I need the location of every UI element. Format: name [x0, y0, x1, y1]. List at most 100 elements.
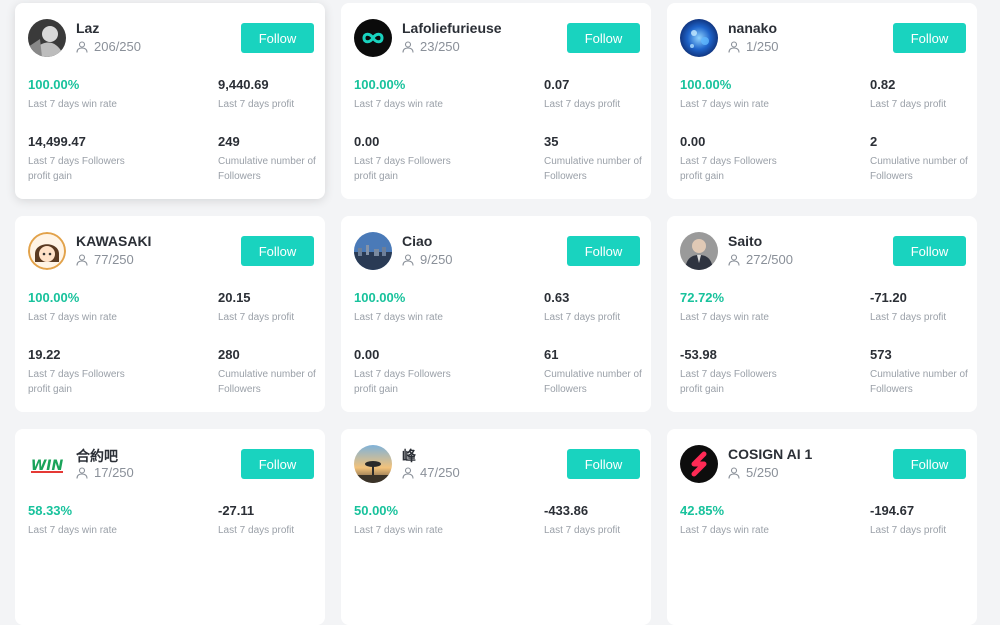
win-rate-label: Last 7 days win rate	[680, 312, 769, 323]
profit-label: Last 7 days profit	[544, 525, 621, 536]
win-rate-value: 100.00%	[28, 290, 80, 305]
trader-card[interactable]: KAWASAKI 77/250 Follow 100.00% Last 7 day…	[15, 216, 325, 412]
profit-value: -433.86	[544, 503, 589, 518]
win-rate-label: Last 7 days win rate	[354, 525, 443, 536]
portrait-bw-avatar-icon	[28, 19, 66, 57]
win-rate-value: 100.00%	[680, 77, 732, 92]
profit-value: 0.07	[544, 77, 570, 92]
followers-gain-value: 0.00	[354, 134, 380, 149]
win-rate-value: 58.33%	[28, 503, 73, 518]
follow-button[interactable]: Follow	[567, 236, 640, 266]
profit-label: Last 7 days profit	[218, 99, 295, 110]
trader-name[interactable]: nanako	[728, 20, 777, 36]
blue-abstract-avatar-icon	[680, 19, 718, 57]
trader-name[interactable]: Laz	[76, 20, 99, 36]
win-rate-label: Last 7 days win rate	[354, 99, 443, 110]
profit-label: Last 7 days profit	[218, 525, 295, 536]
trader-name[interactable]: COSIGN AI 1	[728, 446, 812, 462]
follower-count: 9/250	[402, 252, 453, 267]
trader-card[interactable]: WIN 合約吧 17/250 Follow 58.33% Last 7 days …	[15, 429, 325, 625]
win-rate-value: 100.00%	[354, 77, 406, 92]
win-rate-label: Last 7 days win rate	[354, 312, 443, 323]
trader-name[interactable]: Saito	[728, 233, 762, 249]
followers-gain-value: 0.00	[354, 347, 380, 362]
profit-value: 20.15	[218, 290, 251, 305]
follower-count: 1/250	[728, 39, 779, 54]
follower-count: 272/500	[728, 252, 793, 267]
follower-count: 206/250	[76, 39, 141, 54]
followers-gain-value: 0.00	[680, 134, 706, 149]
profit-value: -194.67	[870, 503, 915, 518]
cumulative-followers-label: Cumulative number of Followers	[870, 369, 968, 395]
followers-gain-value: 19.22	[28, 347, 61, 362]
followers-gain-label: Last 7 days Followers profit gain	[354, 156, 451, 182]
win-rate-label: Last 7 days win rate	[680, 99, 769, 110]
cumulative-followers-value: 2	[870, 134, 878, 149]
trader-name[interactable]: 峰	[402, 446, 416, 466]
win-rate-value: 50.00%	[354, 503, 399, 518]
trader-name[interactable]: Ciao	[402, 233, 432, 249]
win-rate-value: 72.72%	[680, 290, 725, 305]
person-icon	[728, 466, 740, 479]
cumulative-followers-value: 35	[544, 134, 559, 149]
win-rate-label: Last 7 days win rate	[28, 99, 117, 110]
follow-button[interactable]: Follow	[241, 449, 314, 479]
win-rate-value: 100.00%	[354, 290, 406, 305]
person-icon	[728, 40, 740, 53]
profit-label: Last 7 days profit	[218, 312, 295, 323]
cumulative-followers-value: 61	[544, 347, 559, 362]
follow-button[interactable]: Follow	[893, 236, 966, 266]
profit-label: Last 7 days profit	[870, 312, 947, 323]
city-skyline-avatar-icon	[354, 232, 392, 270]
follower-count: 23/250	[402, 39, 460, 54]
cumulative-followers-label: Cumulative number of Followers	[218, 369, 316, 395]
win-rate-label: Last 7 days win rate	[28, 312, 117, 323]
follow-button[interactable]: Follow	[241, 236, 314, 266]
trader-name[interactable]: KAWASAKI	[76, 233, 151, 249]
follow-button[interactable]: Follow	[567, 449, 640, 479]
person-icon	[728, 253, 740, 266]
follow-button[interactable]: Follow	[893, 23, 966, 53]
cumulative-followers-label: Cumulative number of Followers	[544, 369, 642, 395]
cumulative-followers-value: 573	[870, 347, 892, 362]
cumulative-followers-value: 280	[218, 347, 240, 362]
trader-card[interactable]: Ciao 9/250 Follow 100.00% Last 7 days win…	[341, 216, 651, 412]
follow-button[interactable]: Follow	[241, 23, 314, 53]
person-icon	[402, 466, 414, 479]
cumulative-followers-value: 249	[218, 134, 240, 149]
follower-count: 17/250	[76, 465, 134, 480]
trader-card[interactable]: COSIGN AI 1 5/250 Follow 42.85% Last 7 da…	[667, 429, 977, 625]
followers-gain-label: Last 7 days Followers profit gain	[28, 156, 125, 182]
follow-button[interactable]: Follow	[567, 23, 640, 53]
win-rate-value: 100.00%	[28, 77, 80, 92]
trader-card[interactable]: Lafoliefurieuse 23/250 Follow 100.00% Las…	[341, 3, 651, 199]
trader-name[interactable]: Lafoliefurieuse	[402, 20, 502, 36]
followers-gain-label: Last 7 days Followers profit gain	[680, 156, 777, 182]
trader-card[interactable]: Laz 206/250 Follow 100.00% Last 7 days wi…	[15, 3, 325, 199]
profit-value: 9,440.69	[218, 77, 269, 92]
profit-label: Last 7 days profit	[544, 312, 621, 323]
profit-value: 0.63	[544, 290, 570, 305]
trader-name[interactable]: 合約吧	[76, 446, 118, 466]
followers-gain-label: Last 7 days Followers profit gain	[680, 369, 777, 395]
cumulative-followers-label: Cumulative number of Followers	[870, 156, 968, 182]
followers-gain-value: 14,499.47	[28, 134, 86, 149]
trader-card[interactable]: 峰 47/250 Follow 50.00% Last 7 days win ra…	[341, 429, 651, 625]
profit-label: Last 7 days profit	[870, 525, 947, 536]
profit-value: -27.11	[218, 503, 255, 518]
person-icon	[402, 253, 414, 266]
trader-card[interactable]: nanako 1/250 Follow 100.00% Last 7 days w…	[667, 3, 977, 199]
follower-count: 77/250	[76, 252, 134, 267]
followers-gain-value: -53.98	[680, 347, 717, 362]
person-icon	[76, 466, 88, 479]
person-icon	[402, 40, 414, 53]
cumulative-followers-label: Cumulative number of Followers	[218, 156, 316, 182]
win-logo-avatar-icon: WIN	[28, 445, 66, 483]
profit-label: Last 7 days profit	[870, 99, 947, 110]
cumulative-followers-label: Cumulative number of Followers	[544, 156, 642, 182]
trader-card[interactable]: Saito 272/500 Follow 72.72% Last 7 days w…	[667, 216, 977, 412]
person-icon	[76, 253, 88, 266]
profit-value: -71.20	[870, 290, 907, 305]
person-icon	[76, 40, 88, 53]
follow-button[interactable]: Follow	[893, 449, 966, 479]
